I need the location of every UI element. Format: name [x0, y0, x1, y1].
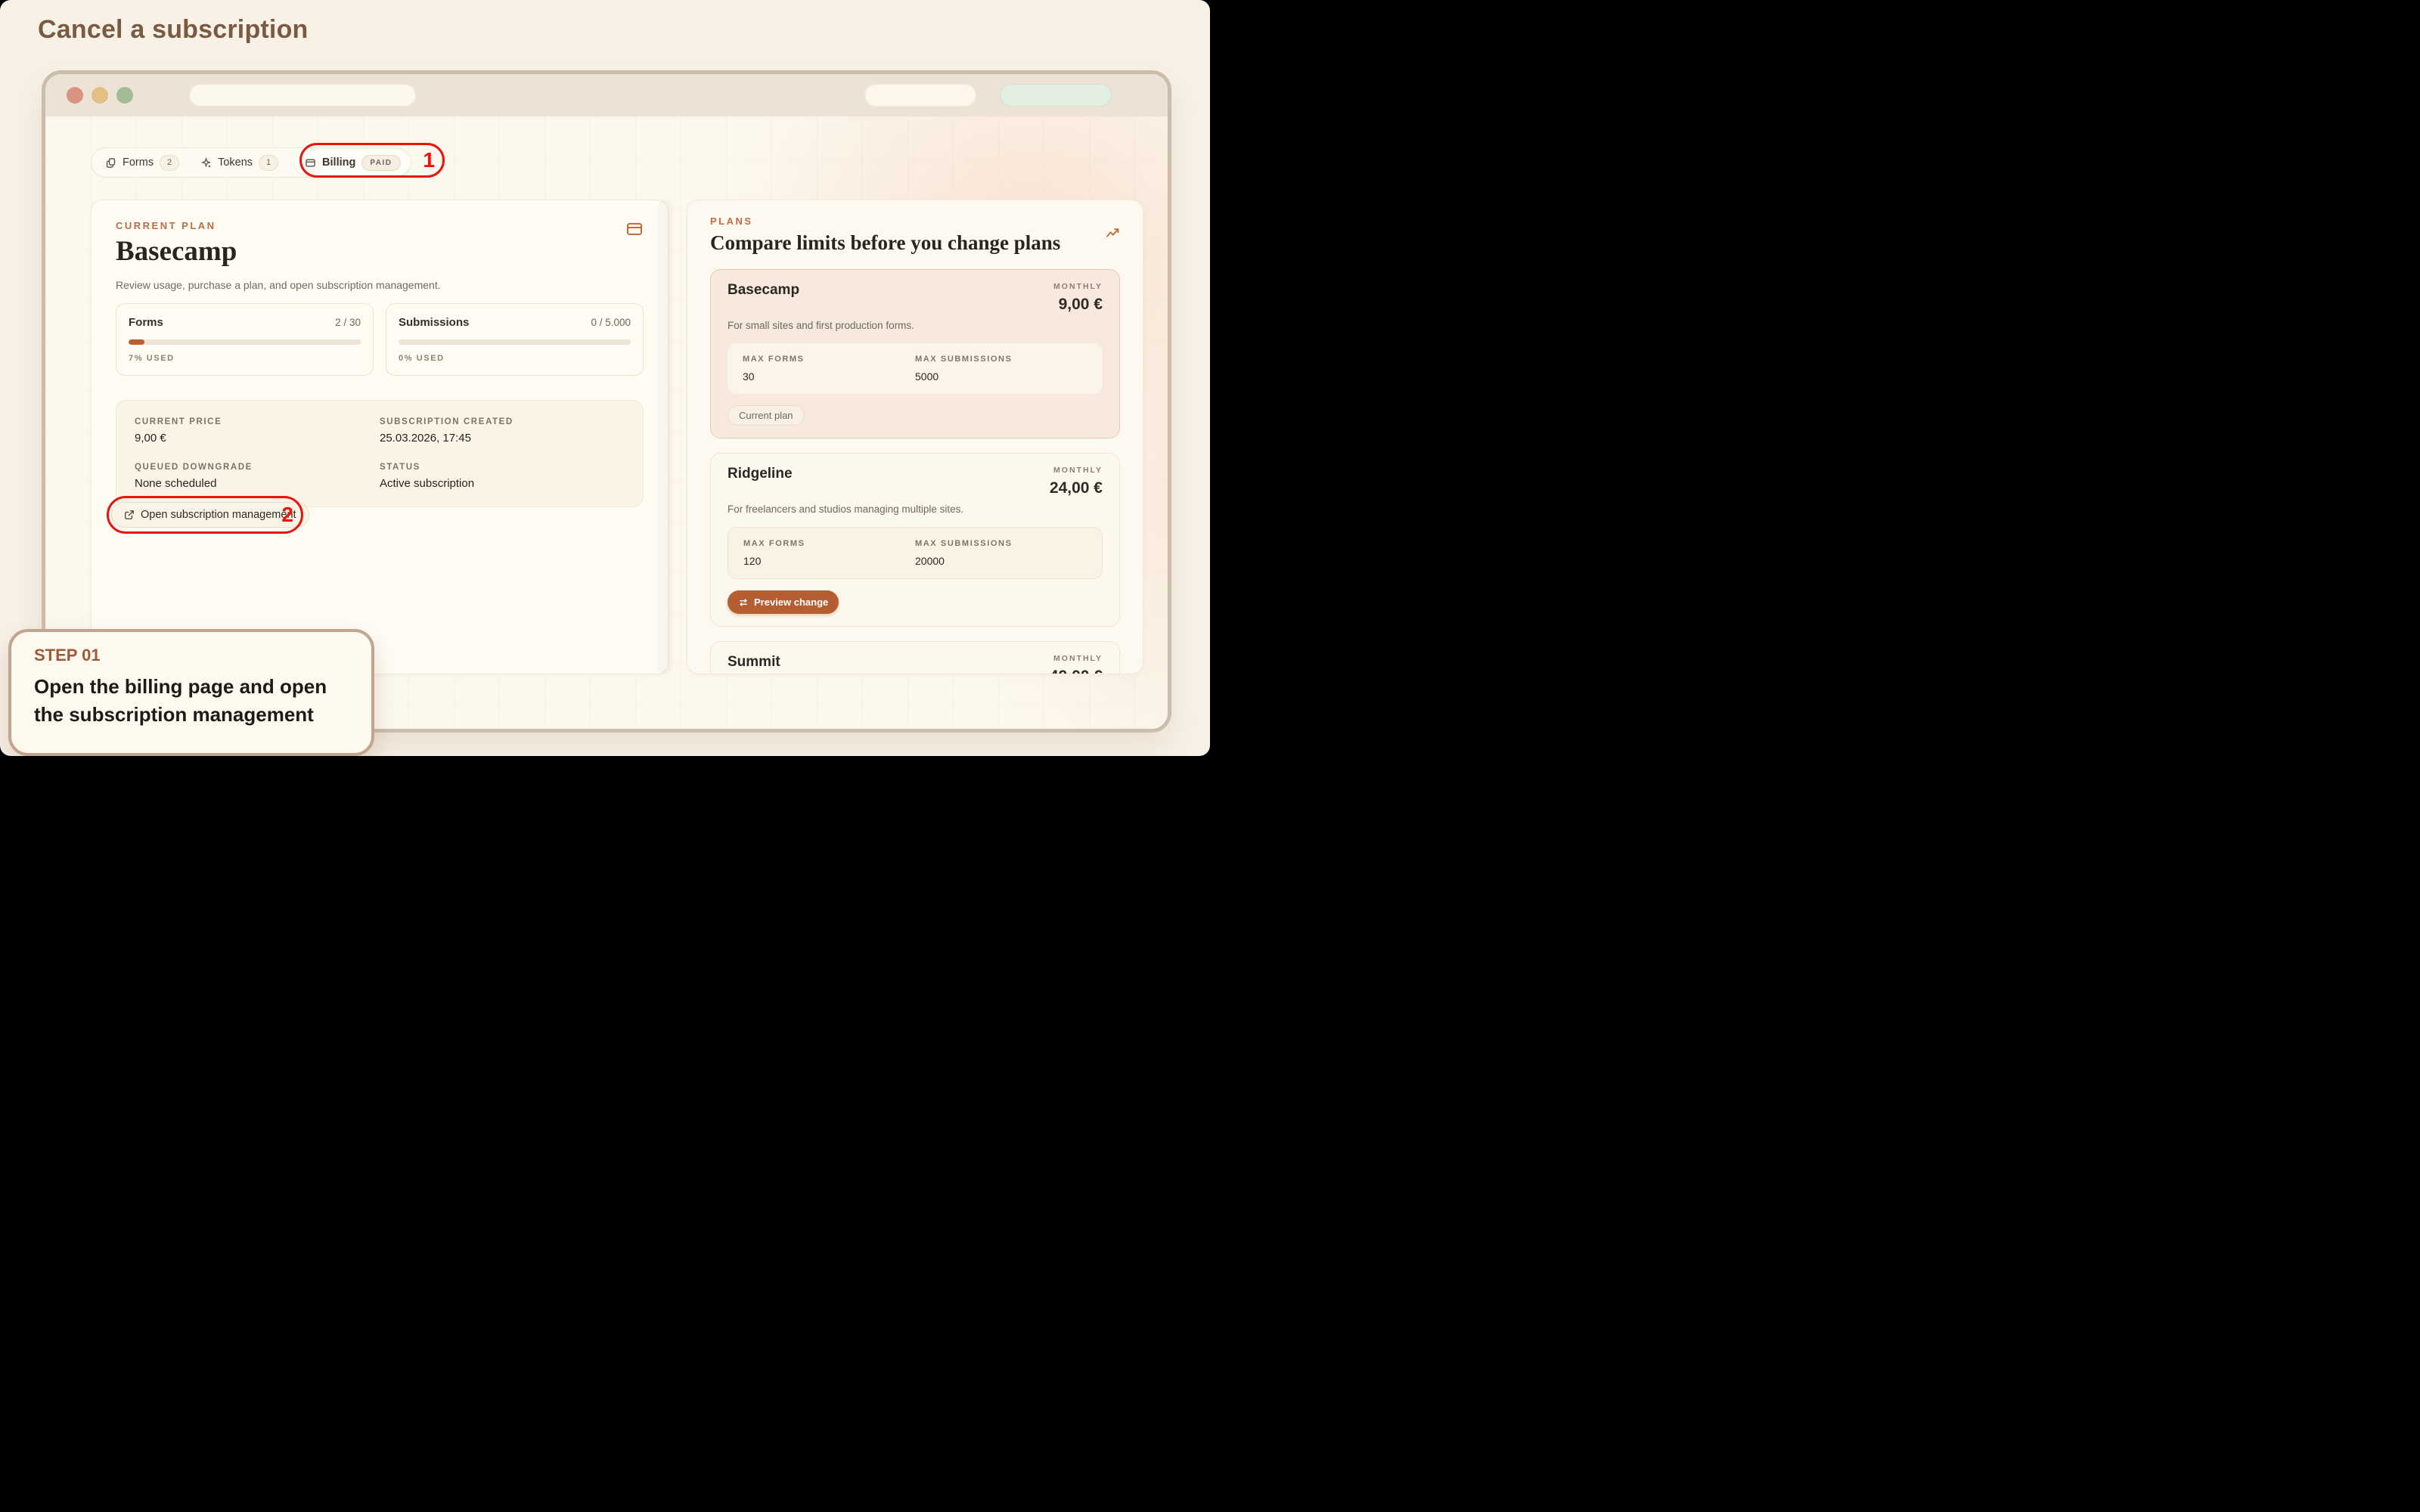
plans-title: Compare limits before you change plans — [710, 231, 1120, 255]
usage-forms-label: Forms — [129, 316, 163, 329]
current-plan-card: CURRENT PLAN Basecamp Review usage, purc… — [91, 200, 669, 674]
usage-forms-progressbar — [129, 339, 361, 345]
plan-summit-price: 49,00 € — [1050, 668, 1103, 674]
plan-basecamp-name: Basecamp — [728, 282, 799, 299]
zoom-window-button[interactable] — [116, 87, 133, 104]
step-callout: STEP 01 Open the billing page and open t… — [8, 629, 374, 756]
detail-current-price: CURRENT PRICE 9,00 € — [135, 417, 380, 445]
forms-copy-icon — [105, 157, 116, 169]
current-plan-description: Review usage, purchase a plan, and open … — [116, 279, 644, 291]
tokens-sparkle-icon — [200, 157, 212, 169]
plan-card-summit: Summit MONTHLY 49,00 € — [710, 641, 1120, 674]
detail-queued-downgrade: QUEUED DOWNGRADE None scheduled — [135, 463, 380, 490]
minimize-window-button[interactable] — [92, 87, 108, 104]
plan-basecamp-description: For small sites and first production for… — [728, 320, 1103, 331]
plans-panel: PLANS Compare limits before you change p… — [687, 200, 1143, 674]
current-plan-name: Basecamp — [116, 235, 237, 268]
plan-ridgeline-period: MONTHLY — [1050, 466, 1103, 475]
plan-basecamp-price: 9,00 € — [1053, 296, 1103, 314]
preview-change-label: Preview change — [754, 596, 828, 608]
plan-ridgeline-description: For freelancers and studios managing mul… — [728, 503, 1103, 515]
page-title: Cancel a subscription — [38, 15, 309, 45]
plan-ridgeline-limits: MAX FORMS 120 MAX SUBMISSIONS 20000 — [728, 527, 1103, 579]
plan-summit-name: Summit — [728, 654, 780, 671]
plan-basecamp-period: MONTHLY — [1053, 282, 1103, 291]
vertical-scrollbar[interactable] — [658, 200, 672, 674]
current-plan-eyebrow: CURRENT PLAN — [116, 220, 237, 231]
traffic-lights — [67, 87, 133, 104]
tab-tokens-label: Tokens — [218, 156, 253, 169]
usage-box-forms: Forms 2 / 30 7% USED — [116, 303, 374, 376]
tokens-count-badge: 1 — [259, 155, 278, 171]
tab-forms-label: Forms — [123, 156, 154, 169]
current-plan-pill: Current plan — [728, 405, 805, 426]
step-callout-text: Open the billing page and open the subsc… — [34, 673, 361, 729]
trending-up-icon — [1105, 226, 1120, 241]
annotation-ring-1: 1 — [299, 143, 445, 178]
usage-submissions-used: 0% USED — [399, 354, 631, 363]
usage-forms-used: 7% USED — [129, 354, 361, 363]
usage-box-submissions: Submissions 0 / 5.000 0% USED — [386, 303, 644, 376]
usage-forms-value: 2 / 30 — [335, 317, 361, 328]
annotation-ring-2: 2 — [107, 496, 303, 534]
usage-submissions-progressbar — [399, 339, 631, 345]
plan-card-ridgeline: Ridgeline MONTHLY 24,00 € For freelancer… — [710, 453, 1120, 627]
close-window-button[interactable] — [67, 87, 83, 104]
annotation-marker-1: 1 — [423, 148, 435, 172]
plan-card-basecamp: Basecamp MONTHLY 9,00 € For small sites … — [710, 269, 1120, 438]
preview-change-button[interactable]: Preview change — [728, 590, 839, 614]
browser-chrome — [45, 74, 1168, 116]
header-account-pill[interactable] — [1000, 84, 1112, 107]
tab-tokens[interactable]: Tokens 1 — [200, 155, 278, 171]
address-bar[interactable] — [189, 84, 416, 107]
plan-ridgeline-name: Ridgeline — [728, 466, 793, 482]
subscription-details: CURRENT PRICE 9,00 € SUBSCRIPTION CREATE… — [116, 400, 644, 507]
usage-submissions-label: Submissions — [399, 316, 469, 329]
plan-summit-period: MONTHLY — [1050, 654, 1103, 663]
plan-ridgeline-price: 24,00 € — [1050, 479, 1103, 497]
swap-arrows-icon — [738, 597, 749, 608]
detail-subscription-created: SUBSCRIPTION CREATED 25.03.2026, 17:45 — [380, 417, 625, 445]
plan-basecamp-limits: MAX FORMS 30 MAX SUBMISSIONS 5000 — [728, 343, 1103, 394]
forms-count-badge: 2 — [160, 155, 179, 171]
header-action-pill[interactable] — [864, 84, 976, 107]
usage-submissions-value: 0 / 5.000 — [591, 317, 631, 328]
tutorial-page: Cancel a subscription Forms 2 — [0, 0, 1210, 756]
credit-card-icon — [625, 220, 644, 238]
tab-forms[interactable]: Forms 2 — [105, 155, 179, 171]
plans-eyebrow: PLANS — [710, 215, 1120, 227]
annotation-marker-2: 2 — [281, 503, 293, 527]
detail-status: STATUS Active subscription — [380, 463, 625, 490]
step-callout-number: STEP 01 — [34, 646, 349, 665]
